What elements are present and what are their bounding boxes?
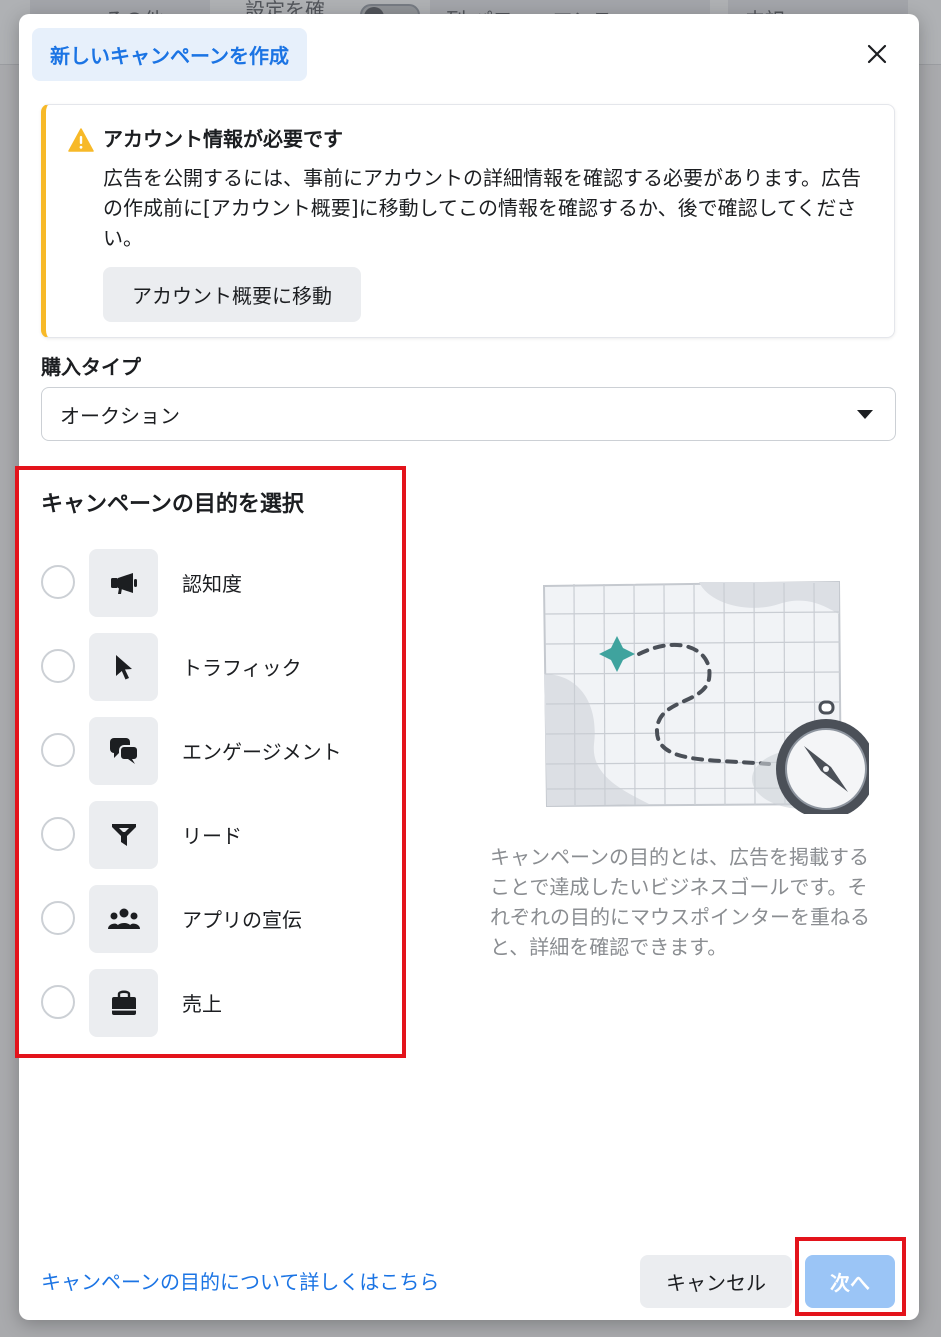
objective-icon-tile xyxy=(89,549,158,617)
purchase-type-label: 購入タイプ xyxy=(41,355,141,379)
objective-label: 認知度 xyxy=(182,572,242,596)
objective-radio[interactable] xyxy=(41,817,75,851)
objective-option-awareness[interactable]: 認知度 xyxy=(41,549,381,617)
objective-label: アプリの宣伝 xyxy=(182,908,302,932)
cursor-icon xyxy=(115,655,132,680)
go-to-account-overview-button[interactable]: アカウント概要に移動 xyxy=(103,267,361,322)
objective-icon-tile xyxy=(89,717,158,785)
objective-heading: キャンペーンの目的を選択 xyxy=(41,492,304,517)
objective-icon-tile xyxy=(89,885,158,953)
objective-radio[interactable] xyxy=(41,649,75,683)
learn-more-link[interactable]: キャンペーンの目的について詳しくはこちら xyxy=(41,1266,439,1295)
funnel-icon xyxy=(111,824,136,846)
objective-option-engagement[interactable]: エンゲージメント xyxy=(41,717,381,785)
purchase-type-select[interactable]: オークション xyxy=(41,387,896,441)
objective-description: キャンペーンの目的とは、広告を掲載することで達成したいビジネスゴールです。それぞ… xyxy=(490,845,870,959)
objective-option-leads[interactable]: リード xyxy=(41,801,381,869)
shopping-bag-icon xyxy=(111,990,136,1015)
objective-option-sales[interactable]: 売上 xyxy=(41,969,381,1037)
objective-label: 売上 xyxy=(182,992,222,1016)
objective-radio[interactable] xyxy=(41,733,75,767)
objective-option-traffic[interactable]: トラフィック xyxy=(41,633,381,701)
warning-message: 広告を公開するには、事前にアカウントの詳細情報を確認する必要があります。広告の作… xyxy=(103,166,861,250)
people-icon xyxy=(107,908,140,929)
map-compass-illustration xyxy=(542,580,869,814)
create-campaign-dialog: 新しいキャンペーンを作成 アカウント情報が必要です 広告を公開するには、事前にア… xyxy=(15,14,919,1320)
objective-label: リード xyxy=(182,824,242,848)
objective-label: トラフィック xyxy=(182,656,302,680)
objective-icon-tile xyxy=(89,969,158,1037)
megaphone-icon xyxy=(110,573,137,594)
close-button[interactable] xyxy=(859,36,895,72)
objective-radio[interactable] xyxy=(41,901,75,935)
objective-radio[interactable] xyxy=(41,565,75,599)
account-info-warning: アカウント情報が必要です 広告を公開するには、事前にアカウントの詳細情報を確認す… xyxy=(41,104,895,338)
objective-icon-tile xyxy=(89,801,158,869)
cancel-button[interactable]: キャンセル xyxy=(640,1255,792,1308)
dialog-title: 新しいキャンペーンを作成 xyxy=(32,28,307,81)
objective-option-app-promotion[interactable]: アプリの宣伝 xyxy=(41,885,381,953)
warning-triangle-icon xyxy=(68,128,94,152)
caret-down-icon xyxy=(857,410,873,419)
warning-title: アカウント情報が必要です xyxy=(103,127,343,151)
objective-label: エンゲージメント xyxy=(182,740,342,764)
objective-icon-tile xyxy=(89,633,158,701)
purchase-type-value: オークション xyxy=(60,403,180,428)
next-button[interactable]: 次へ xyxy=(805,1255,895,1308)
close-icon xyxy=(867,44,887,64)
chat-bubbles-icon xyxy=(109,738,139,764)
objective-radio[interactable] xyxy=(41,985,75,1019)
